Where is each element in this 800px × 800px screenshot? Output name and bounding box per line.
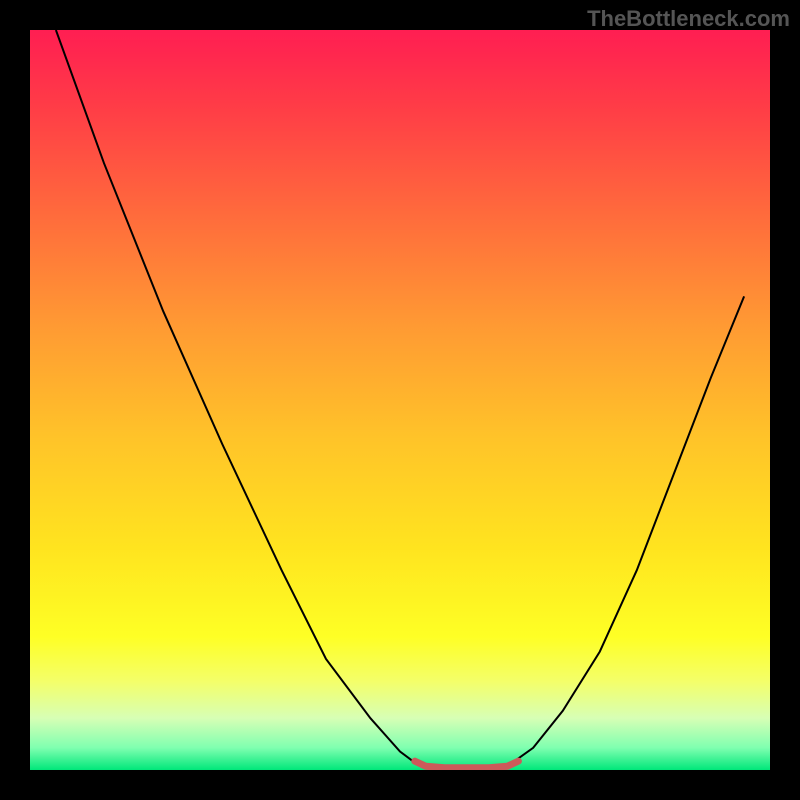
right-curve xyxy=(507,296,744,766)
curve-overlay xyxy=(30,30,770,770)
left-curve xyxy=(56,30,426,766)
plot-area xyxy=(30,30,770,770)
chart-container: TheBottleneck.com xyxy=(0,0,800,800)
watermark-text: TheBottleneck.com xyxy=(587,6,790,32)
highlighted-segment xyxy=(415,761,519,768)
